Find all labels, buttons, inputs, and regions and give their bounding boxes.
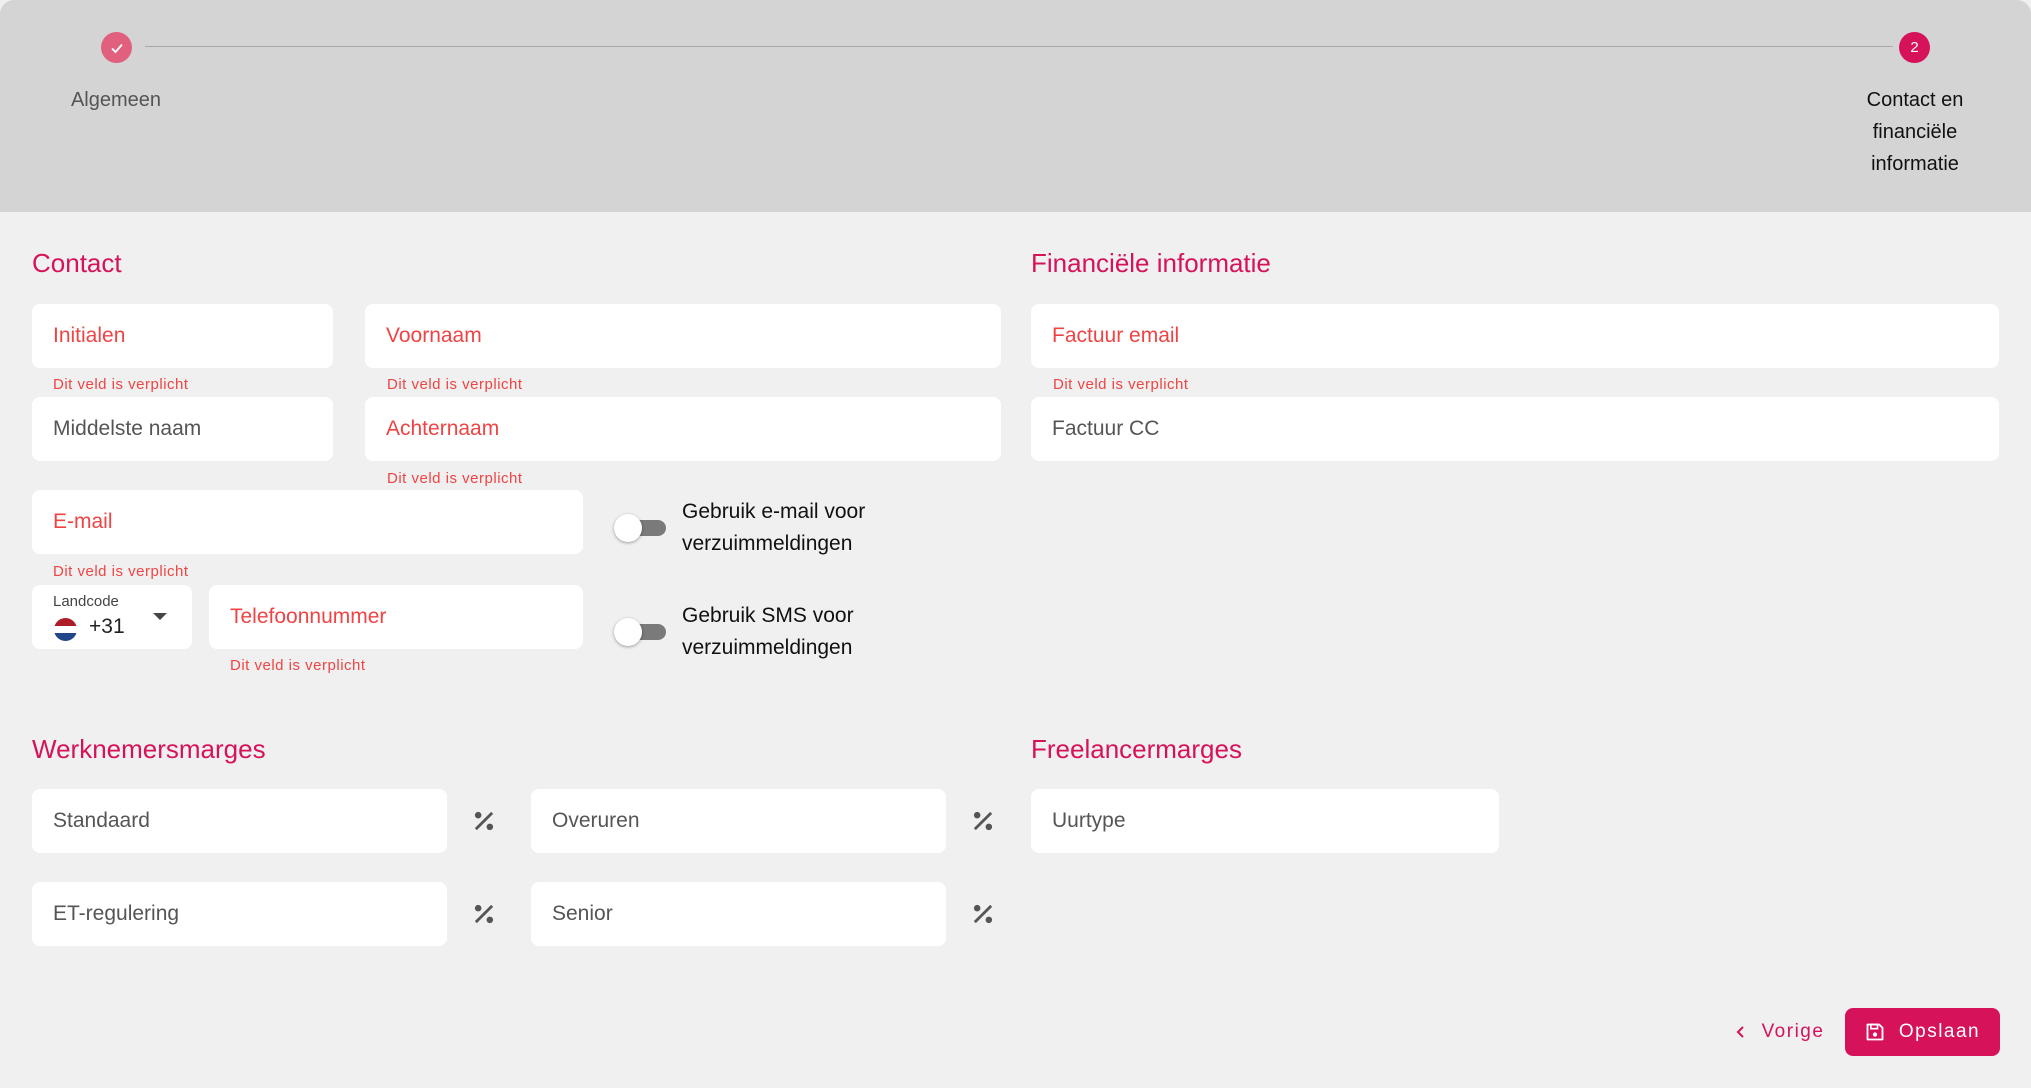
initialen-field[interactable]: Initialen [32, 304, 333, 368]
save-button-label: Opslaan [1898, 1021, 1981, 1042]
stepper-connector [145, 46, 1893, 47]
step-2-label[interactable]: Contact en financiële informatie [1840, 84, 1990, 180]
telefoon-error: Dit veld is verplicht [230, 657, 366, 674]
financial-section-title: Financiële informatie [1031, 248, 1271, 278]
factuur-email-field[interactable]: Factuur email [1031, 304, 1999, 368]
freelancermarges-title: Freelancermarges [1031, 734, 1242, 764]
percent-icon [973, 811, 993, 831]
email-notification-label: Gebruik e-mail voor verzuimmeldingen [682, 500, 866, 555]
sms-notification-label: Gebruik SMS voor verzuimmeldingen [682, 604, 854, 659]
percent-icon [474, 811, 494, 831]
senior-field[interactable]: Senior [531, 882, 946, 946]
achternaam-error: Dit veld is verplicht [387, 470, 523, 487]
werknemersmarges-title: Werknemersmarges [32, 734, 266, 764]
middelste-naam-field[interactable]: Middelste naam [32, 397, 333, 461]
percent-icon [973, 904, 993, 924]
standaard-field[interactable]: Standaard [32, 789, 447, 853]
achternaam-field[interactable]: Achternaam [365, 397, 1001, 461]
percent-icon [474, 904, 494, 924]
chevron-down-icon [153, 613, 167, 620]
step-1-check-icon[interactable] [101, 32, 132, 63]
country-code-label: Landcode [53, 593, 119, 610]
save-icon [1866, 1023, 1884, 1041]
country-code-select[interactable]: Landcode +31 [32, 585, 192, 649]
email-notification-toggle[interactable] [614, 512, 668, 542]
step-2-number[interactable]: 2 [1899, 32, 1930, 63]
email-field[interactable]: E-mail [32, 490, 583, 554]
factuur-email-error: Dit veld is verplicht [1053, 376, 1189, 393]
step-1-label[interactable]: Algemeen [40, 84, 192, 116]
stepper-header: Algemeen 2 Contact en financiële informa… [0, 0, 2031, 212]
initialen-error: Dit veld is verplicht [53, 376, 189, 393]
uurtype-field[interactable]: Uurtype [1031, 789, 1499, 853]
netherlands-flag-icon [54, 618, 77, 641]
voornaam-field[interactable]: Voornaam [365, 304, 1001, 368]
contact-section-title: Contact [32, 248, 122, 278]
factuur-cc-field[interactable]: Factuur CC [1031, 397, 1999, 461]
telefoon-field[interactable]: Telefoonnummer [209, 585, 583, 649]
voornaam-error: Dit veld is verplicht [387, 376, 523, 393]
et-regulering-field[interactable]: ET-regulering [32, 882, 447, 946]
sms-notification-toggle[interactable] [614, 616, 668, 646]
chevron-left-icon [1736, 1026, 1744, 1038]
previous-button[interactable]: Vorige [1704, 1008, 1854, 1056]
overuren-field[interactable]: Overuren [531, 789, 946, 853]
previous-button-label: Vorige [1761, 1021, 1825, 1042]
country-code-value: +31 [89, 615, 125, 638]
email-error: Dit veld is verplicht [53, 563, 189, 580]
save-button[interactable]: Opslaan [1845, 1008, 2000, 1056]
